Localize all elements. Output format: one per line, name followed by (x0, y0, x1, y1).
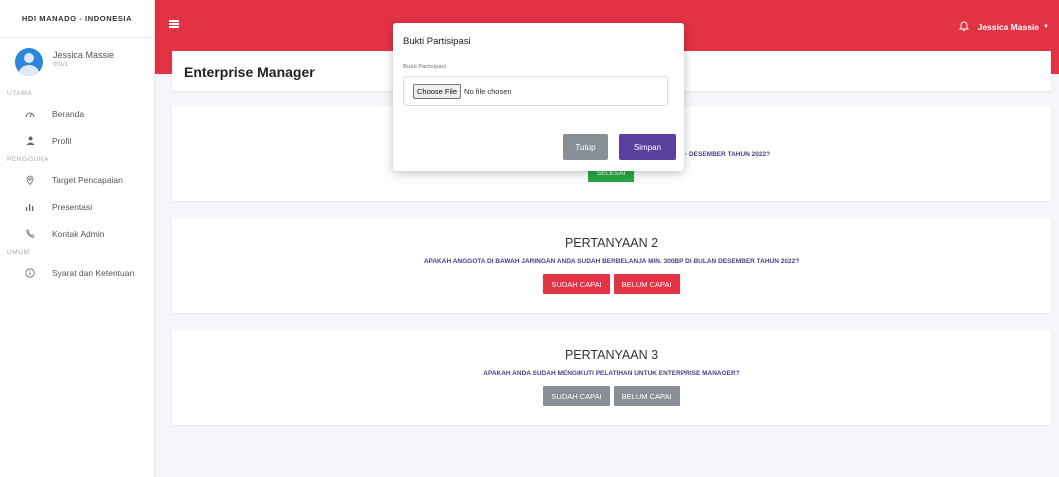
topbar-user-name: Jessica Massie (977, 21, 1040, 32)
belum-capai-button[interactable]: BELUM CAPAI (613, 274, 680, 294)
avatar (15, 48, 43, 76)
file-upload-field[interactable]: Choose File No file chosen (403, 76, 668, 106)
nav-header-utama: UTAMA (7, 90, 33, 97)
question-card-2: PERTANYAAN 2 APAKAH ANGGOTA DI BAWAH JAR… (172, 218, 1051, 313)
sidebar-item-target-pencapaian[interactable]: Target Pencapaian (0, 166, 154, 193)
sidebar-user: Jessica Massie 001/1 (0, 38, 154, 88)
belum-capai-button[interactable]: BELUM CAPAI (613, 386, 680, 406)
file-field-label: Bukti Partisipasi (403, 64, 447, 70)
sidebar-item-beranda[interactable]: Beranda (0, 100, 154, 127)
sidebar-item-profil[interactable]: Profil (0, 127, 154, 154)
bar-chart-icon (24, 203, 36, 211)
question-1-text: - DESEMBER TAHUN 2022? (685, 151, 771, 158)
choose-file-button[interactable]: Choose File (413, 83, 462, 99)
sidebar: HDI MANADO - INDONESIA Jessica Massie 00… (0, 0, 155, 477)
info-icon (24, 267, 36, 278)
sidebar-item-label: Kontak Admin (52, 228, 105, 239)
sidebar-item-label: Target Pencapaian (52, 174, 123, 185)
page-title: Enterprise Manager (184, 64, 315, 80)
phone-icon (24, 229, 36, 238)
hamburger-menu-icon[interactable] (169, 20, 179, 28)
question-3-title: PERTANYAAN 3 (564, 348, 659, 362)
user-code: 001/1 (53, 62, 69, 68)
dashboard-icon (24, 110, 36, 118)
map-pin-icon (24, 175, 36, 185)
close-button[interactable]: Tutup (563, 134, 608, 160)
user-menu-dropdown[interactable]: Jessica Massie ▼ (958, 20, 1049, 33)
nav-header-pengguna: PENGGUNA (7, 156, 50, 163)
bukti-partisipasi-modal: Bukti Partisipasi Bukti Partisipasi Choo… (393, 23, 684, 171)
user-icon (24, 136, 36, 145)
question-card-3: PERTANYAAN 3 APAKAH ANDA SUDAH MENGIKUTI… (172, 330, 1051, 425)
bell-icon[interactable] (958, 20, 969, 33)
sidebar-item-kontak-admin[interactable]: Kontak Admin (0, 220, 154, 247)
question-2-text: APAKAH ANGGOTA DI BAWAH JARINGAN ANDA SU… (423, 258, 800, 265)
file-status-text: No file chosen (464, 86, 512, 96)
sidebar-item-label: Beranda (52, 108, 85, 119)
sidebar-item-label: Syarat dan Ketentuan (52, 267, 135, 278)
sudah-capai-button[interactable]: SUDAH CAPAI (543, 386, 610, 406)
question-3-text: APAKAH ANDA SUDAH MENGIKUTI PELATIHAN UN… (483, 370, 740, 377)
brand-logo-text: HDI MANADO - INDONESIA (0, 0, 154, 38)
save-button[interactable]: Simpan (619, 134, 676, 160)
sidebar-item-syarat-dan-ketentuan[interactable]: Syarat dan Ketentuan (0, 259, 154, 286)
sidebar-item-label: Profil (52, 135, 72, 146)
user-name: Jessica Massie (53, 50, 115, 60)
question-2-title: PERTANYAAN 2 (564, 236, 659, 250)
modal-title: Bukti Partisipasi (403, 36, 471, 47)
caret-down-icon: ▼ (1043, 23, 1049, 30)
sidebar-item-presentasi[interactable]: Presentasi (0, 193, 154, 220)
sidebar-item-label: Presentasi (52, 201, 93, 212)
sudah-capai-button[interactable]: SUDAH CAPAI (543, 274, 610, 294)
nav-header-umum: UMUM (7, 249, 30, 256)
